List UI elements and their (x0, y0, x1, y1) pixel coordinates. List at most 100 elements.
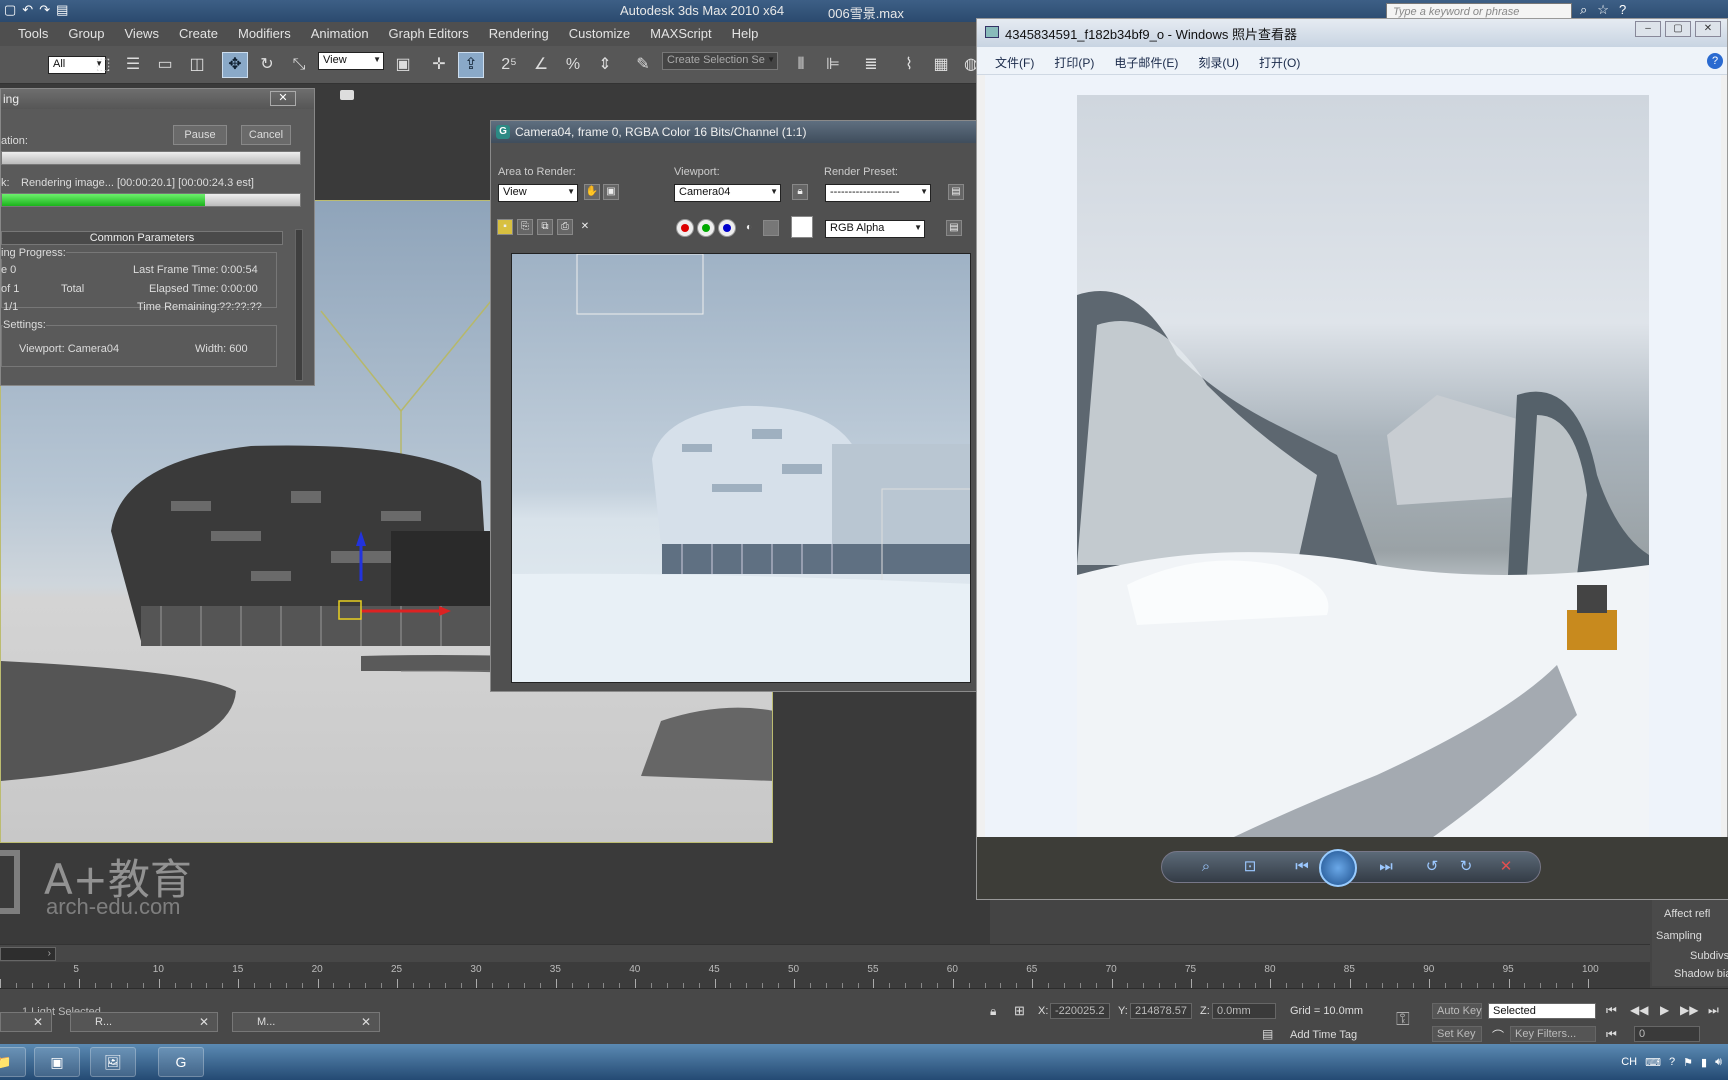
track-bar[interactable]: 5 10 15 20 25 30 35 40 45 50 55 60 65 70 75 80 85 90 95 100 (0, 962, 1650, 988)
menu-email[interactable]: 电子邮件(E) (1104, 47, 1188, 74)
slideshow-button[interactable] (1319, 849, 1357, 887)
language-indicator[interactable]: CH (1621, 1056, 1637, 1068)
menu-animation[interactable]: Animation (301, 22, 379, 46)
red-channel-toggle[interactable] (676, 219, 694, 237)
angle-snap-icon[interactable]: ∠ (528, 52, 554, 78)
menu-group[interactable]: Group (58, 22, 114, 46)
project-icon[interactable]: ▤ (56, 2, 68, 18)
select-object-icon[interactable]: ⬚ (90, 52, 116, 78)
actual-size-icon[interactable]: ⊡ (1239, 857, 1261, 877)
time-tag-icon[interactable]: ▤ (1262, 1027, 1273, 1041)
folder-taskbar-icon[interactable]: 📁 (0, 1047, 26, 1077)
window-crossing-icon[interactable]: ◫ (184, 52, 210, 78)
menu-customize[interactable]: Customize (559, 22, 640, 46)
close-button[interactable]: ✕ (270, 91, 296, 106)
volume-icon[interactable]: 🔊︎ (1715, 1056, 1722, 1069)
select-by-name-icon[interactable]: ☰ (120, 52, 146, 78)
current-frame-field[interactable]: 0 (1634, 1026, 1700, 1042)
minimized-material-panel[interactable]: M... ✕ (232, 1012, 380, 1032)
help-icon[interactable]: ? (1619, 2, 1626, 18)
clear-image-icon[interactable]: ✕ (577, 219, 593, 235)
toggle-ui-overlay-icon[interactable]: ▤ (946, 220, 962, 236)
photo-viewer-taskbar-icon[interactable]: 🖼︎ (90, 1047, 136, 1077)
delete-icon[interactable]: ✕ (1495, 857, 1517, 877)
render-setup-icon[interactable]: ▤ (948, 184, 964, 200)
rotate-icon[interactable]: ↻ (254, 52, 280, 78)
schematic-view-icon[interactable]: ▦ (928, 52, 954, 78)
key-tangent-icon[interactable]: ⌒ (1492, 1027, 1504, 1044)
alpha-channel-icon[interactable]: ◐ (741, 220, 757, 236)
star-icon[interactable]: ☆ (1597, 2, 1609, 18)
new-icon[interactable]: ▢ (4, 2, 16, 18)
monochrome-icon[interactable] (763, 220, 779, 236)
rotate-clockwise-icon[interactable]: ↻ (1455, 857, 1477, 877)
menu-rendering[interactable]: Rendering (479, 22, 559, 46)
auto-region-icon[interactable]: ▣ (603, 184, 619, 200)
rotate-counterclockwise-icon[interactable]: ↺ (1421, 857, 1443, 877)
play-icon[interactable]: ▶ (1660, 1003, 1669, 1017)
auto-key-button[interactable]: Auto Key (1432, 1003, 1482, 1019)
clone-frame-icon[interactable]: ⧉ (537, 219, 553, 235)
help-icon[interactable]: ? (1707, 53, 1723, 69)
help-tray-icon[interactable]: ? (1669, 1056, 1675, 1068)
move-icon[interactable]: ✥ (222, 52, 248, 78)
prev-frame-icon[interactable]: ◀◀ (1630, 1003, 1648, 1017)
close-icon[interactable]: ✕ (361, 1015, 371, 1029)
area-to-render-dropdown[interactable]: View (498, 184, 578, 202)
menu-open[interactable]: 打开(O) (1249, 47, 1310, 74)
minimize-icon[interactable]: – (1635, 21, 1661, 37)
close-icon[interactable]: ✕ (1695, 21, 1721, 37)
redo-icon[interactable]: ↷ (39, 2, 50, 18)
mirror-icon[interactable]: ⫴ (788, 52, 814, 78)
time-slider-thumb[interactable]: › (0, 947, 56, 961)
dialog-scrollbar[interactable] (295, 229, 303, 381)
maximize-icon[interactable]: ▢ (1665, 21, 1691, 37)
pan-hand-icon[interactable]: ✋ (584, 184, 600, 200)
zoom-icon[interactable]: ⌕ (1195, 857, 1217, 877)
menu-print[interactable]: 打印(P) (1044, 47, 1104, 74)
next-icon[interactable]: ⏭ (1375, 857, 1397, 877)
snap-toggle-icon[interactable]: 2⁵ (496, 52, 522, 78)
menu-help[interactable]: Help (722, 22, 769, 46)
goto-start-icon[interactable]: ⏮ (1606, 1003, 1617, 1018)
viewport-dropdown[interactable]: Camera04 (674, 184, 781, 202)
align-icon[interactable]: ⊫ (820, 52, 846, 78)
key-mode-icon[interactable]: ⏮ (1606, 1027, 1617, 1042)
keyboard-shortcut-icon[interactable]: ⇪ (458, 52, 484, 78)
reference-coordinate-dropdown[interactable]: View (318, 52, 384, 70)
undo-icon[interactable]: ↶ (22, 2, 33, 18)
minimized-render-panel[interactable]: R... ✕ (70, 1012, 218, 1032)
affect-reflections-checkbox[interactable]: Affect refl (1664, 908, 1710, 920)
keyboard-icon[interactable]: ⌨ (1645, 1056, 1661, 1069)
close-icon[interactable]: ✕ (199, 1015, 209, 1029)
add-time-tag[interactable]: Add Time Tag (1290, 1029, 1357, 1041)
menu-graph-editors[interactable]: Graph Editors (379, 22, 479, 46)
rect-region-icon[interactable]: ▭ (152, 52, 178, 78)
percent-snap-icon[interactable]: % (560, 52, 586, 78)
next-frame-icon[interactable]: ▶▶ (1680, 1003, 1698, 1017)
copy-image-icon[interactable]: ⎘ (517, 219, 533, 235)
pivot-icon[interactable]: ▣ (390, 52, 416, 78)
x-coordinate-field[interactable]: -220025.2 (1050, 1003, 1110, 1019)
curve-editor-icon[interactable]: ⌇ (896, 52, 922, 78)
flag-icon[interactable]: ⚑ (1683, 1056, 1693, 1069)
menu-file[interactable]: 文件(F) (985, 47, 1044, 74)
render-preset-dropdown[interactable]: ------------------- (825, 184, 931, 202)
3dsmax-taskbar-icon[interactable]: G (158, 1047, 204, 1077)
display-channel-dropdown[interactable]: RGB Alpha (825, 220, 925, 238)
menu-modifiers[interactable]: Modifiers (228, 22, 301, 46)
network-icon[interactable]: ▮ (1701, 1056, 1707, 1069)
set-key-button[interactable]: Set Key (1432, 1026, 1482, 1042)
close-icon[interactable]: ✕ (33, 1015, 43, 1029)
color-swatch[interactable] (791, 216, 813, 238)
green-channel-toggle[interactable] (697, 219, 715, 237)
named-selection-dropdown[interactable]: Create Selection Se (662, 52, 778, 70)
save-image-icon[interactable]: ▪ (497, 219, 513, 235)
blue-channel-toggle[interactable] (718, 219, 736, 237)
scale-icon[interactable]: ⤡ (286, 52, 312, 78)
minimized-panel-1[interactable]: ✕ (0, 1012, 52, 1032)
lock-selection-icon[interactable]: 🔒︎ (990, 1004, 996, 1019)
z-coordinate-field[interactable]: 0.0mm (1212, 1003, 1276, 1019)
menu-burn[interactable]: 刻录(U) (1188, 47, 1249, 74)
pause-button[interactable]: Pause (173, 125, 227, 145)
